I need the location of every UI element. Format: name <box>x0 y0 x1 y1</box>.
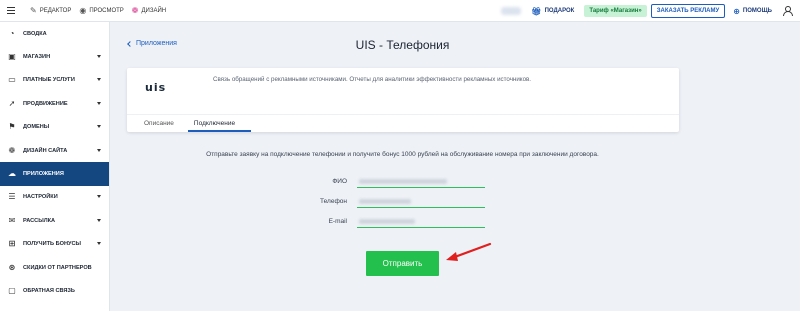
sidebar-item-label: Рассылка <box>23 217 56 224</box>
sidebar-item-label: Приложения <box>23 171 64 178</box>
sidebar-item-label: Дизайн сайта <box>23 147 68 154</box>
annotation-arrow <box>446 242 492 261</box>
sidebar-item-site-design[interactable]: ❁ Дизайн сайта <box>0 139 109 162</box>
sidebar-item-summary[interactable]: ◔ Сводка <box>0 22 109 45</box>
gift-icon: 🎁︎ <box>531 6 542 16</box>
tariff-button[interactable]: Тариф «Магазин» <box>584 5 647 17</box>
sidebar: ◔ Сводка ▣ Магазин ▭ Платные услуги ➚ Пр… <box>0 22 110 311</box>
chevron-down-icon <box>97 148 101 152</box>
gauge-icon: ◔ <box>9 28 15 38</box>
preview-link[interactable]: ◉ Просмотр <box>79 5 124 15</box>
app-description: Связь обращений с рекламными источниками… <box>213 76 532 83</box>
gift-label: Подарок <box>544 8 575 14</box>
chevron-down-icon <box>97 195 101 199</box>
top-bar: ✎ Редактор ◉ Просмотр ❁ Дизайн 🎁︎ Подаро… <box>0 0 800 22</box>
design-link[interactable]: ❁ Дизайн <box>131 5 167 15</box>
design-label: Дизайн <box>141 7 167 14</box>
sidebar-item-domains[interactable]: ⚑ Домены <box>0 116 109 139</box>
email-row: E-mail <box>305 216 505 228</box>
rocket-icon: ➚ <box>8 98 16 108</box>
user-icon[interactable] <box>782 6 793 16</box>
pencil-icon: ✎ <box>30 5 37 15</box>
sidebar-item-label: Настройки <box>23 194 58 201</box>
email-label: E-mail <box>328 218 347 225</box>
phone-field[interactable] <box>357 196 485 208</box>
editor-label: Редактор <box>39 7 72 14</box>
sidebar-item-mailing[interactable]: ✉ Рассылка <box>0 209 109 232</box>
sidebar-item-promotion[interactable]: ➚ Продвижение <box>0 92 109 115</box>
mail-icon: ✉ <box>8 215 16 225</box>
account-balance <box>501 7 522 15</box>
sidebar-item-label: Магазин <box>23 54 51 61</box>
gift-icon: ⊞ <box>8 239 16 249</box>
sidebar-item-shop[interactable]: ▣ Магазин <box>0 45 109 68</box>
fio-label: ФИО <box>332 178 347 185</box>
sidebar-item-label: Домены <box>23 124 50 131</box>
fio-row: ФИО <box>305 176 505 188</box>
sidebar-item-bonuses[interactable]: ⊞ Получить бонусы <box>0 233 109 256</box>
main-content: Приложения UIS - Телефония uis Связь обр… <box>110 22 800 311</box>
phone-row: Телефон <box>305 196 505 208</box>
tab-description[interactable]: Описание <box>144 115 184 132</box>
chat-icon: ▢ <box>8 285 16 295</box>
palette-icon: ❁ <box>131 5 139 15</box>
chevron-down-icon <box>97 218 101 222</box>
eye-icon: ◉ <box>79 5 87 15</box>
chevron-down-icon <box>97 101 101 105</box>
app-card: uis Связь обращений с рекламными источни… <box>127 68 679 132</box>
app-tabs: Описание Подключение <box>127 114 679 132</box>
help-link[interactable]: ⊕ Помощь <box>733 7 772 16</box>
sidebar-item-paid-services[interactable]: ▭ Платные услуги <box>0 69 109 92</box>
gift-link[interactable]: 🎁︎ Подарок <box>531 7 574 16</box>
discount-icon: ⊛ <box>8 262 16 272</box>
cloud-icon: ☁ <box>8 169 16 179</box>
uis-logo: uis <box>145 81 167 94</box>
chevron-down-icon <box>97 125 101 129</box>
cart-icon: ▣ <box>8 52 16 62</box>
sliders-icon: ☰ <box>8 192 16 202</box>
sidebar-item-label: Платные услуги <box>23 77 75 84</box>
top-right-actions: 🎁︎ Подарок Тариф «Магазин» Заказать рекл… <box>501 0 800 22</box>
preview-label: Просмотр <box>89 7 124 14</box>
editor-link[interactable]: ✎ Редактор <box>30 5 72 15</box>
chevron-down-icon <box>97 55 101 59</box>
order-ad-button[interactable]: Заказать рекламу <box>650 4 726 18</box>
sidebar-item-settings[interactable]: ☰ Настройки <box>0 186 109 209</box>
sidebar-item-label: Обратная связь <box>23 287 75 294</box>
chevron-down-icon <box>97 242 101 246</box>
sidebar-item-label: Получить бонусы <box>23 241 81 248</box>
menu-icon[interactable] <box>0 0 22 22</box>
sidebar-item-feedback[interactable]: ▢ Обратная связь <box>0 279 109 302</box>
sidebar-item-partner-discounts[interactable]: ⊛ Скидки от партнеров <box>0 256 109 279</box>
sidebar-item-label: Скидки от партнеров <box>23 264 92 271</box>
promo-text: Отправьте заявку на подключение телефони… <box>206 151 599 158</box>
email-field[interactable] <box>357 216 485 228</box>
chevron-down-icon <box>97 78 101 82</box>
flag-icon: ⚑ <box>8 122 16 132</box>
sidebar-item-label: Сводка <box>23 30 47 37</box>
sidebar-item-label: Продвижение <box>23 100 68 107</box>
tab-connection[interactable]: Подключение <box>187 115 252 132</box>
help-label: Помощь <box>742 8 772 14</box>
fio-field[interactable] <box>357 176 485 188</box>
palette-icon: ❁ <box>8 145 16 155</box>
phone-label: Телефон <box>320 198 347 205</box>
wallet-icon: ▭ <box>8 75 16 85</box>
lifebuoy-icon: ⊕ <box>733 6 740 16</box>
sidebar-item-apps[interactable]: ☁ Приложения <box>0 162 109 186</box>
page-title: UIS - Телефония <box>355 38 450 52</box>
submit-button[interactable]: Отправить <box>366 251 439 276</box>
